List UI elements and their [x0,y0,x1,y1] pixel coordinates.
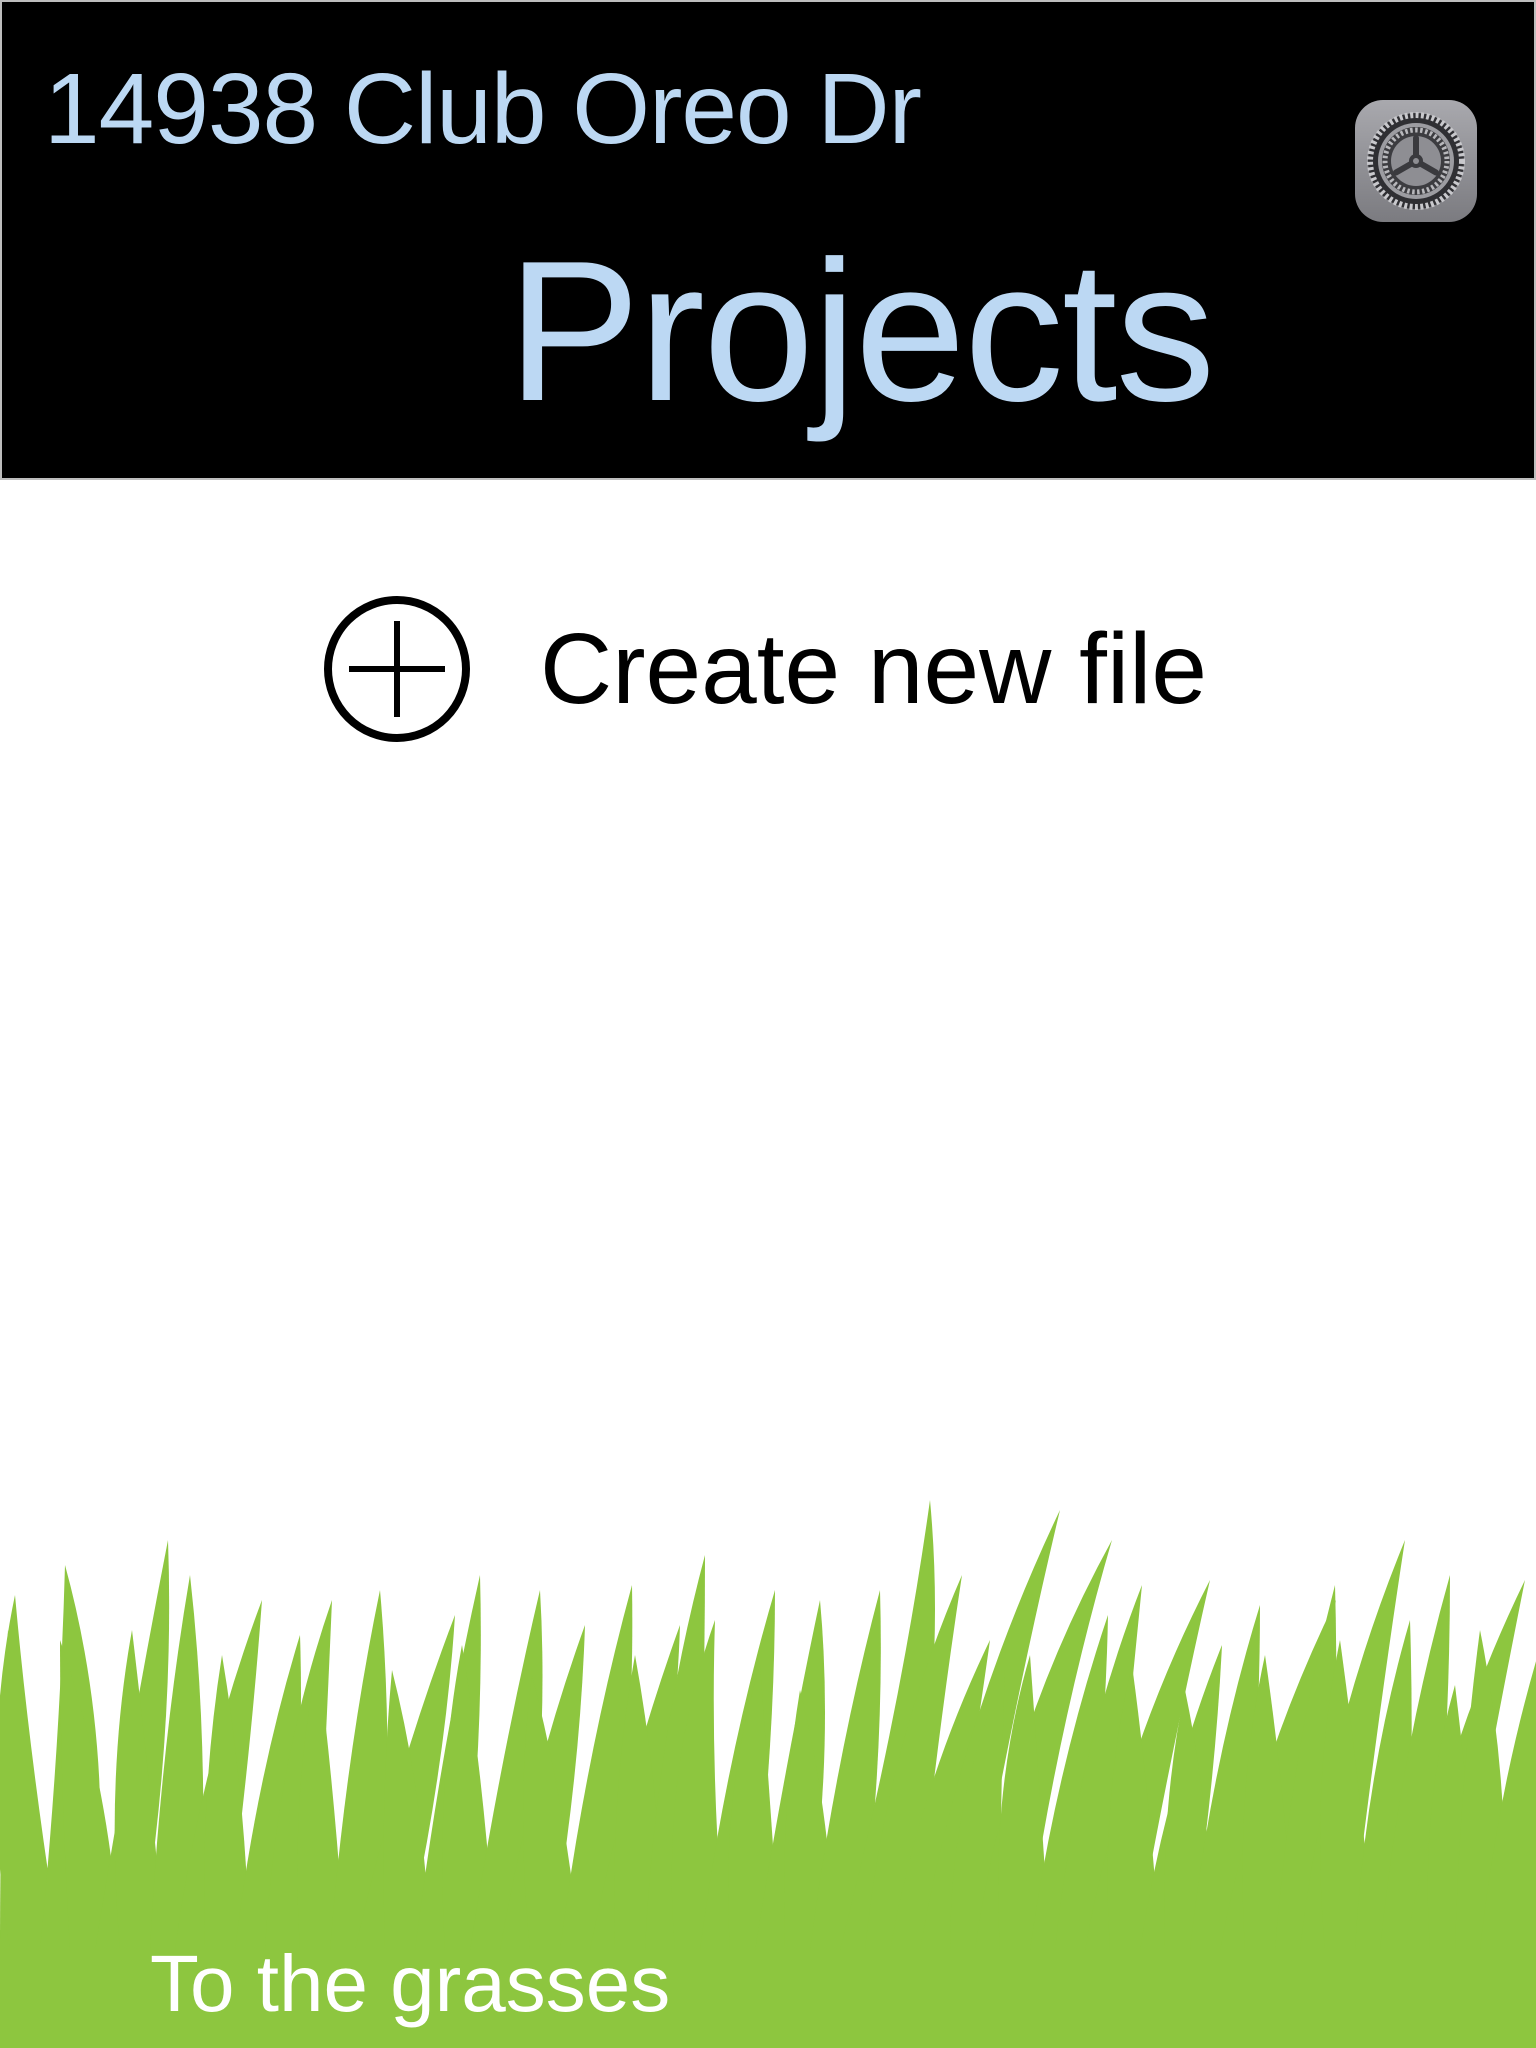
to-the-grasses-link[interactable]: To the grasses [150,1934,670,2034]
create-new-file-button[interactable]: Create new file [322,594,1207,744]
settings-button[interactable] [1355,100,1477,222]
page-title: Projects [507,220,1215,443]
header-bar: 14938 Club Oreo Dr Projects [0,0,1536,480]
address-label: 14938 Club Oreo Dr [44,53,922,165]
settings-gear-icon [1355,100,1477,222]
circle-plus-icon [324,596,470,742]
create-new-file-label: Create new file [540,613,1207,725]
